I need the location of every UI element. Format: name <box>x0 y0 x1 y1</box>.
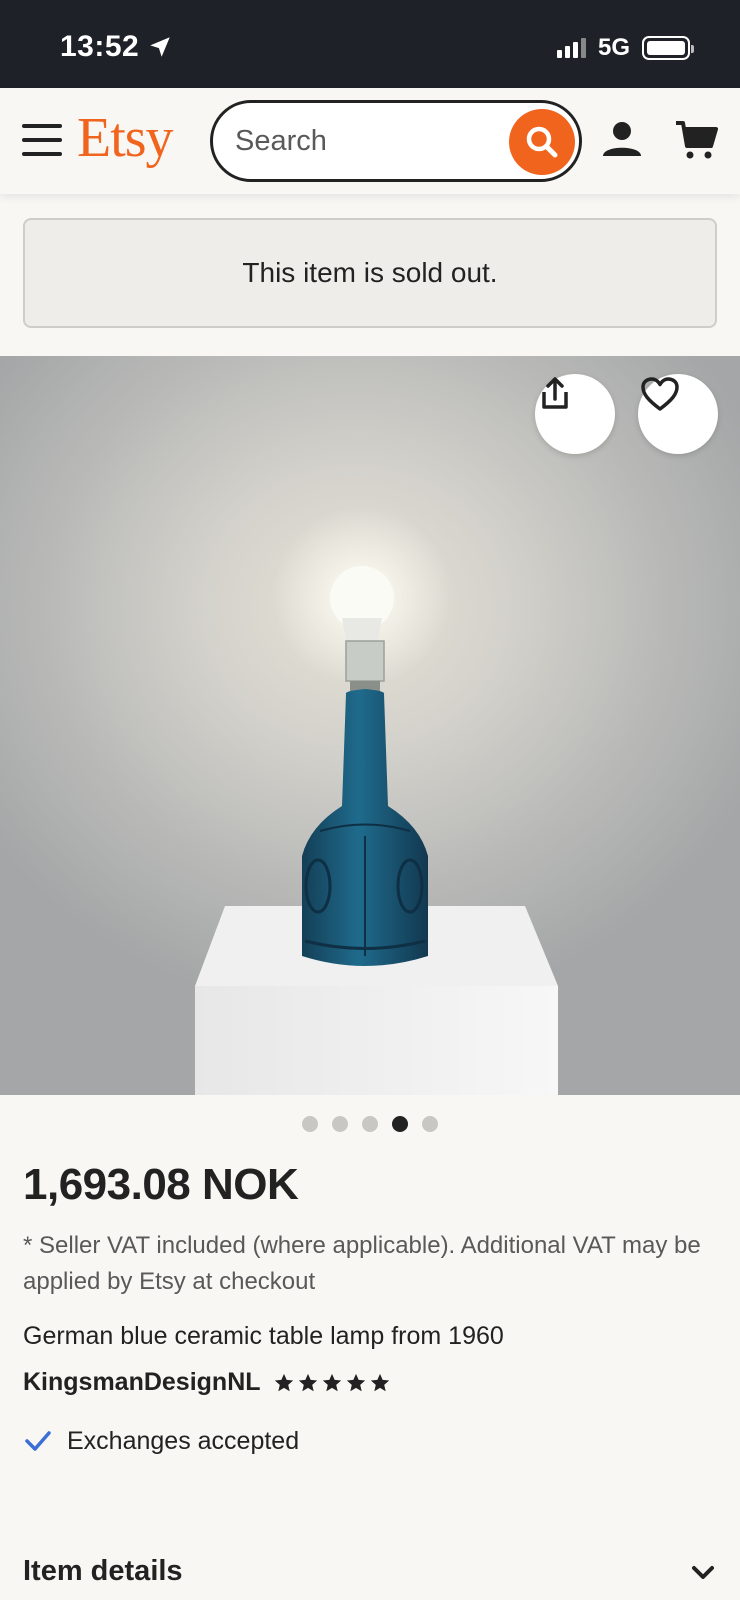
carousel-dots <box>0 1116 740 1132</box>
sold-out-banner: This item is sold out. <box>23 218 717 328</box>
star-icon <box>298 1373 317 1391</box>
favorite-button[interactable] <box>638 374 718 454</box>
sold-out-text: This item is sold out. <box>242 257 498 288</box>
exchanges-row: Exchanges accepted <box>23 1426 299 1456</box>
search-input[interactable] <box>235 123 485 159</box>
etsy-logo[interactable]: Etsy <box>77 106 174 170</box>
share-icon <box>542 377 568 409</box>
status-time: 13:52 <box>60 30 173 64</box>
location-arrow-icon <box>150 37 170 57</box>
lamp-photo-illustration <box>195 506 558 1095</box>
share-button[interactable] <box>535 374 615 454</box>
carousel-dot[interactable] <box>302 1116 318 1132</box>
star-icon <box>346 1373 365 1391</box>
check-icon <box>25 1431 51 1451</box>
account-icon[interactable] <box>600 118 644 162</box>
carousel-dot[interactable] <box>392 1116 408 1132</box>
shop-name-link[interactable]: KingsmanDesignNL <box>23 1368 261 1397</box>
product-title: German blue ceramic table lamp from 1960 <box>23 1322 504 1350</box>
shop-row: KingsmanDesignNL <box>23 1368 391 1397</box>
search-bar <box>210 100 582 182</box>
product-image[interactable] <box>0 356 740 1095</box>
menu-icon[interactable] <box>22 124 62 156</box>
battery-icon <box>642 36 694 60</box>
rating-stars[interactable] <box>273 1372 391 1394</box>
cart-icon[interactable] <box>675 118 719 162</box>
star-icon <box>322 1373 341 1391</box>
item-details-toggle[interactable]: Item details <box>23 1555 717 1588</box>
carousel-dot[interactable] <box>332 1116 348 1132</box>
search-button[interactable] <box>509 109 575 175</box>
status-indicators: 5G <box>556 34 694 62</box>
star-icon <box>370 1373 389 1391</box>
site-header: Etsy <box>0 88 740 194</box>
star-icon <box>274 1373 293 1391</box>
carousel-dot[interactable] <box>422 1116 438 1132</box>
vat-note: * Seller VAT included (where applicable)… <box>23 1232 701 1295</box>
heart-icon <box>641 377 679 411</box>
network-label: 5G <box>597 34 630 61</box>
search-icon <box>526 126 558 158</box>
signal-icon <box>556 38 586 58</box>
carousel-dot[interactable] <box>362 1116 378 1132</box>
item-details-label: Item details <box>23 1555 183 1587</box>
exchanges-text: Exchanges accepted <box>67 1426 300 1455</box>
status-bar: 13:52 5G <box>0 0 740 88</box>
chevron-down-icon <box>692 1565 714 1579</box>
status-time-text: 13:52 <box>60 30 140 63</box>
price: 1,693.08 NOK <box>23 1160 299 1209</box>
